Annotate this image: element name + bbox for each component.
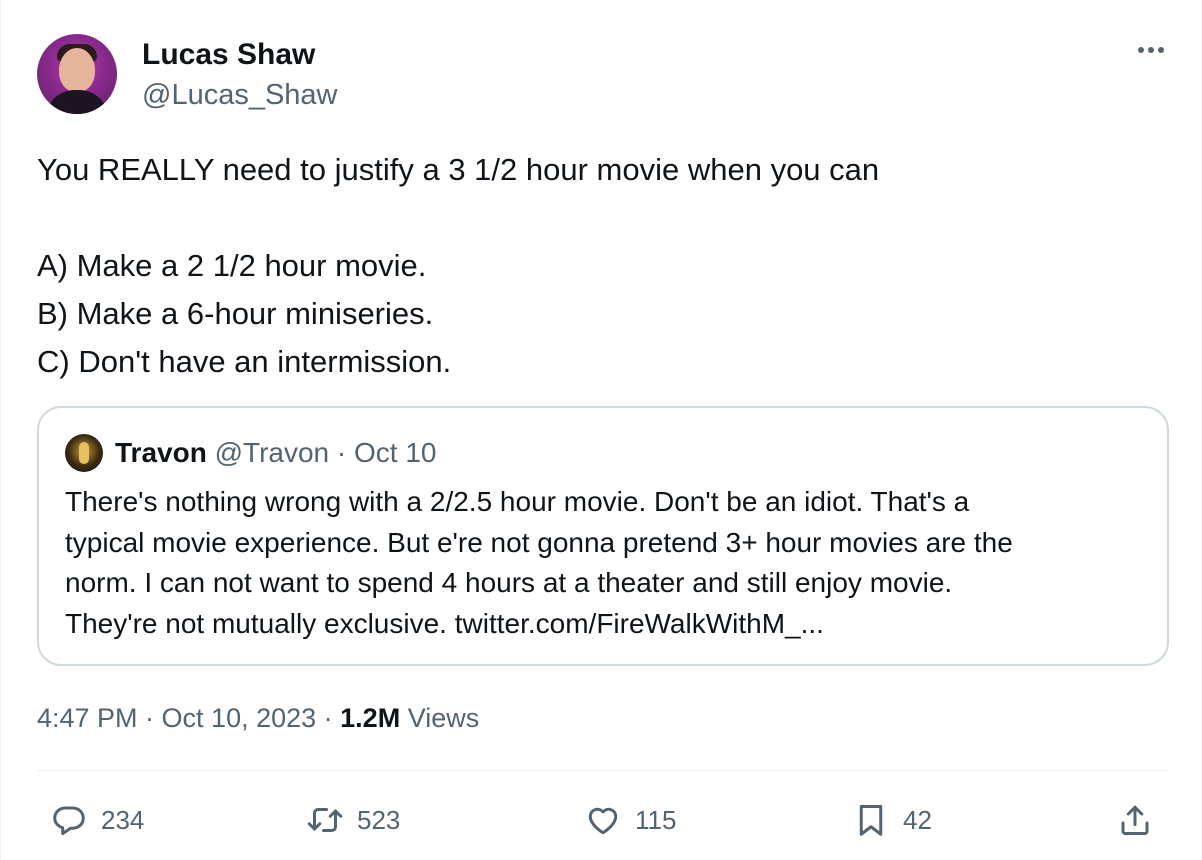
views-count: 1.2M <box>340 703 401 733</box>
divider <box>37 770 1169 771</box>
reply-icon <box>53 806 85 836</box>
quoted-author-avatar <box>65 434 103 472</box>
more-dot <box>1138 47 1144 53</box>
share-icon <box>1121 805 1149 835</box>
views-label: Views <box>400 703 480 733</box>
tweet-meta: 4:47 PM · Oct 10, 2023 · 1.2M Views <box>37 700 479 736</box>
reply-count: 234 <box>101 805 145 835</box>
tweet-card: Lucas Shaw @Lucas_Shaw You REALLY need t… <box>0 0 1202 860</box>
more-dot <box>1148 47 1154 53</box>
like-button[interactable]: 115 <box>585 800 676 840</box>
quoted-author-name: Travon <box>115 437 207 468</box>
avatar-shirt <box>45 90 109 114</box>
quoted-line: They're not mutually exclusive. twitter.… <box>65 607 824 639</box>
quoted-tweet[interactable]: Travon @Travon · Oct 10 There's nothing … <box>37 406 1169 666</box>
quoted-tweet-header: Travon @Travon · Oct 10 <box>115 434 437 472</box>
author-avatar[interactable] <box>37 34 117 114</box>
author-name[interactable]: Lucas Shaw <box>142 38 315 72</box>
quoted-line: There's nothing wrong with a 2/2.5 hour … <box>65 486 970 517</box>
bookmark-button[interactable]: 42 <box>853 800 932 840</box>
quoted-line: norm. I can not want to spend 4 hours at… <box>65 567 953 598</box>
quoted-author-meta: @Travon · Oct 10 <box>214 437 437 468</box>
share-button[interactable] <box>1117 800 1153 840</box>
timestamp[interactable]: 4:47 PM · Oct 10, 2023 · <box>37 703 340 733</box>
more-options-icon[interactable] <box>1133 38 1169 62</box>
like-count: 115 <box>635 805 677 835</box>
tweet-text: You REALLY need to justify a 3 1/2 hour … <box>37 146 1167 386</box>
retweet-count: 523 <box>357 805 401 835</box>
heart-icon <box>588 807 618 835</box>
bookmark-icon <box>859 805 883 836</box>
tweet-line: B) Make a 6-hour miniseries. <box>37 296 434 331</box>
tweet-line: C) Don't have an intermission. <box>37 344 452 379</box>
tweet-line: You REALLY need to justify a 3 1/2 hour … <box>37 152 880 187</box>
retweet-icon <box>307 808 343 832</box>
retweet-button[interactable]: 523 <box>307 800 400 840</box>
avatar-face <box>59 48 95 92</box>
reply-button[interactable]: 234 <box>51 800 144 840</box>
quoted-tweet-text: There's nothing wrong with a 2/2.5 hour … <box>65 482 1145 644</box>
tweet-line: A) Make a 2 1/2 hour movie. <box>37 248 427 283</box>
author-handle[interactable]: @Lucas_Shaw <box>142 78 338 112</box>
quoted-line: typical movie experience. But e're not g… <box>65 526 1013 558</box>
bookmark-count: 42 <box>903 805 932 835</box>
more-dot <box>1158 47 1164 53</box>
